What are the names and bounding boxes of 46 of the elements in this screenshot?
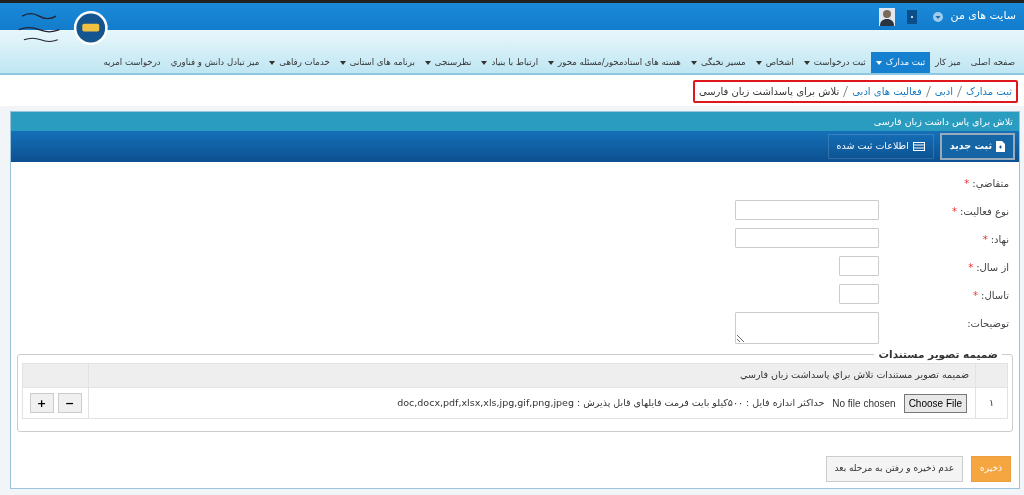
notification-icon[interactable] bbox=[906, 9, 917, 24]
fieldset-legend: ضمیمه تصویر مستندات bbox=[874, 347, 1002, 363]
field-label: متقاضي: * bbox=[963, 177, 1010, 191]
tab[interactable]: اطلاعات ثبت شده bbox=[827, 134, 934, 159]
my-sites-menu[interactable]: سایت های من bbox=[950, 8, 1016, 25]
nav-item[interactable]: برنامه های استانی bbox=[334, 52, 420, 73]
breadcrumb-item[interactable]: ادبی bbox=[934, 84, 954, 99]
upload-hint: حداکثر اندازه فایل : ۵۰۰کیلو بایت فرمت فایلهای قابل پذیرش : doc,docx,pdf,xlsx,xls,jpg,gif,png,jpeg bbox=[396, 395, 825, 410]
nav-item[interactable]: ارتباط با بنیاد bbox=[476, 52, 544, 73]
nav-item[interactable]: ثبت درخواست bbox=[798, 52, 871, 73]
nav-item[interactable]: میز کار bbox=[930, 52, 966, 73]
list-icon bbox=[912, 142, 925, 151]
skip-button[interactable]: عدم ذخیره و رفتن به مرحله بعد bbox=[825, 456, 964, 482]
row-number: ۱ bbox=[988, 396, 995, 408]
caret-icon bbox=[932, 11, 943, 22]
field-label: نوع فعالیت: * bbox=[951, 205, 1010, 219]
avatar-icon[interactable] bbox=[878, 7, 895, 26]
field-label: از سال: * bbox=[967, 261, 1010, 275]
file-status: No file chosen bbox=[832, 396, 896, 411]
document-icon bbox=[996, 141, 1005, 152]
text-area[interactable] bbox=[735, 312, 879, 344]
panel-title: تلاش برای پاس داشت زبان فارسی bbox=[11, 112, 1019, 131]
nav-item[interactable]: صفحه اصلی bbox=[965, 52, 1020, 73]
breadcrumb-item: تلاش برای پاسداشت زبان فارسی bbox=[698, 85, 840, 99]
field-label: نهاد: * bbox=[981, 233, 1010, 247]
add-button[interactable]: + bbox=[29, 393, 54, 413]
field-label: تاسال: * bbox=[972, 289, 1010, 303]
tab[interactable]: ثبت جدید bbox=[939, 133, 1015, 160]
input-field[interactable] bbox=[839, 256, 879, 276]
breadcrumb-item[interactable]: فعالیت های ادبی bbox=[852, 84, 922, 99]
nav-item[interactable]: هسته های استادمحور/مسئله محور bbox=[543, 52, 686, 73]
input-field[interactable] bbox=[839, 284, 879, 304]
input-field[interactable] bbox=[735, 228, 879, 248]
input-field[interactable] bbox=[735, 200, 879, 220]
nav-item[interactable]: میز تبادل دانش و فناوري bbox=[165, 52, 265, 73]
remove-button[interactable]: − bbox=[57, 393, 82, 413]
column-header: ضمیمه تصویر مستندات تلاش براي پاسداشت زبان فارسي bbox=[740, 369, 969, 381]
nav-item[interactable]: درخواست امريه bbox=[98, 52, 166, 73]
breadcrumb-item[interactable]: ثبت مدارک bbox=[966, 84, 1012, 99]
nav-item[interactable]: ثبت مدارک bbox=[870, 52, 931, 73]
choose-file-button[interactable]: Choose File bbox=[903, 393, 967, 413]
nav-item[interactable]: اشخاص bbox=[750, 52, 799, 73]
nav-item[interactable]: خدمات رفاهی bbox=[264, 52, 335, 73]
nav-item[interactable]: نظرسنجی bbox=[419, 52, 477, 73]
field-label: توضیحات: bbox=[966, 317, 1010, 331]
nav-item[interactable]: مسیر نخبگی bbox=[685, 52, 751, 73]
